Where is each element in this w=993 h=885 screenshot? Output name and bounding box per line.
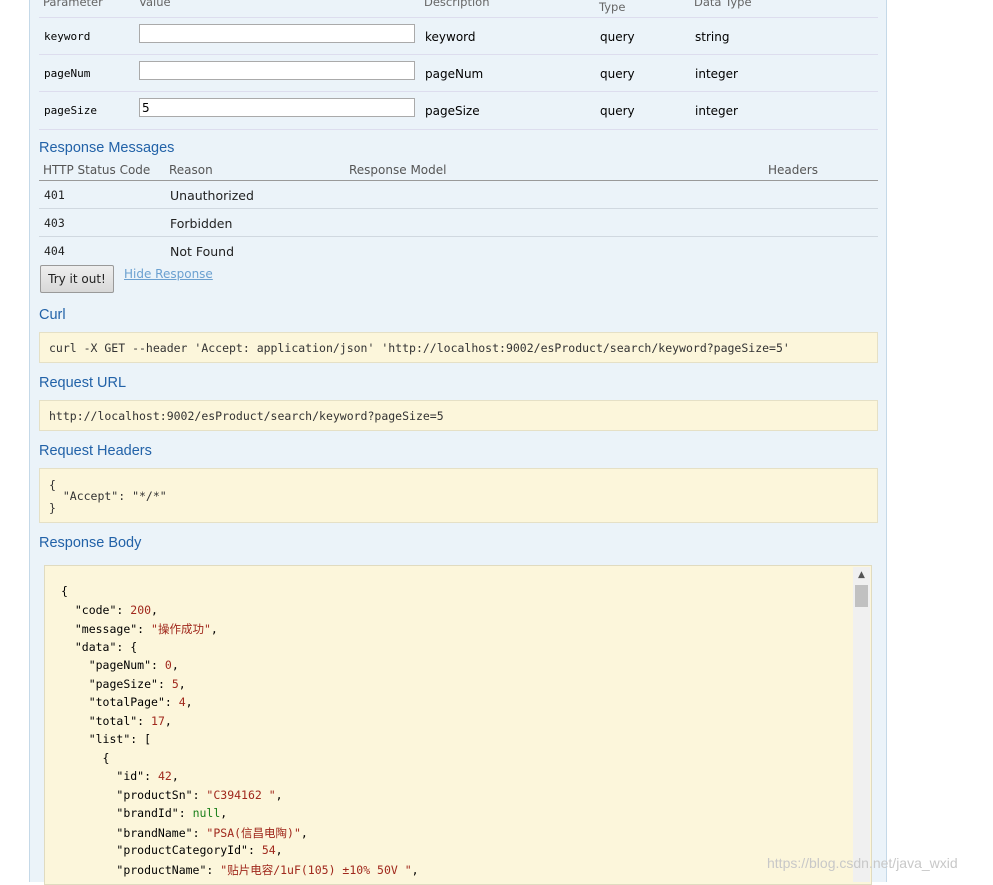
header-headers: Headers: [768, 163, 818, 177]
header-line: "Accept": "*/*": [49, 489, 167, 503]
json-value: {: [130, 639, 138, 654]
json-line: "brandName": "PSA(信昌电陶)",: [116, 825, 308, 840]
json-line: "total": 17,: [88, 713, 172, 728]
json-line: "list": [: [88, 732, 152, 746]
response-message-row: 404 Not Found: [39, 237, 878, 264]
param-description: keyword: [425, 30, 476, 44]
json-key: "productName": [116, 862, 207, 877]
json-value: 200: [130, 602, 152, 617]
json-value: 5: [171, 676, 179, 691]
request-url-title: Request URL: [39, 375, 127, 391]
json-line: "brandId": null,: [116, 806, 228, 820]
hide-response-link[interactable]: Hide Response: [124, 267, 213, 281]
param-row-keyword: keyword keyword query string: [39, 17, 878, 55]
request-headers-box: { "Accept": "*/*" }: [39, 468, 878, 523]
param-header-value: Value: [139, 0, 171, 9]
reason: Forbidden: [170, 216, 233, 231]
param-header-type: Type: [599, 0, 626, 14]
reason: Unauthorized: [170, 188, 254, 203]
json-key: "brandName": [116, 825, 193, 840]
json-value: 17: [151, 713, 165, 728]
request-url-box: http://localhost:9002/esProduct/search/k…: [39, 400, 878, 431]
json-value: 0: [164, 658, 172, 672]
param-name: pageNum: [44, 67, 91, 80]
curl-command: curl -X GET --header 'Accept: applicatio…: [49, 341, 790, 355]
json-key: "brandId": [116, 806, 179, 820]
request-headers-title: Request Headers: [39, 443, 152, 459]
status-code: 404: [44, 244, 65, 258]
json-value: "PSA(信昌电陶)": [206, 825, 301, 840]
json-key: "totalPage": [88, 695, 165, 709]
json-key: "productSn": [116, 787, 193, 802]
json-line: "productCategoryId": 54,: [116, 843, 283, 857]
response-messages-header: HTTP Status Code Reason Response Model H…: [39, 163, 878, 181]
response-body-title: Response Body: [39, 535, 142, 551]
param-data-type: integer: [695, 67, 738, 81]
json-value: "C394162 ": [206, 787, 276, 802]
json-line: "totalPage": 4,: [88, 695, 193, 709]
header-line: }: [49, 501, 56, 515]
param-description: pageNum: [425, 67, 484, 81]
param-header-parameter: Parameter: [43, 0, 103, 9]
json-line: "id": 42,: [116, 769, 179, 783]
status-code: 401: [44, 188, 65, 202]
param-name: pageSize: [44, 104, 97, 117]
response-messages-title: Response Messages: [39, 140, 175, 156]
json-line: "code": 200,: [74, 602, 158, 617]
json-value: 54: [261, 843, 276, 857]
json-key: "message": [74, 622, 138, 636]
json-value: "贴片电容/1uF(105) ±10% 50V ": [220, 862, 412, 877]
json-line: "pageSize": 5,: [88, 676, 186, 691]
json-key: "data": [74, 639, 117, 654]
json-value: 42: [157, 769, 172, 783]
curl-title: Curl: [39, 307, 66, 323]
json-line: "productName": "贴片电容/1uF(105) ±10% 50V "…: [116, 862, 419, 877]
json-value: [: [144, 732, 152, 746]
response-message-row: 401 Unauthorized: [39, 181, 878, 209]
param-description: pageSize: [425, 104, 480, 118]
json-key: "pageSize": [88, 676, 158, 691]
param-header-data-type: Data Type: [694, 0, 752, 9]
request-url: http://localhost:9002/esProduct/search/k…: [49, 409, 444, 423]
json-key: "id": [116, 769, 145, 783]
keyword-input[interactable]: [139, 24, 415, 43]
response-message-row: 403 Forbidden: [39, 209, 878, 237]
json-key: "total": [88, 713, 138, 728]
param-type: query: [600, 104, 635, 118]
json-key: "productCategoryId": [116, 843, 248, 857]
pagenum-input[interactable]: [139, 61, 415, 80]
json-line: {: [61, 750, 110, 765]
header-reason: Reason: [169, 163, 213, 177]
try-it-out-button[interactable]: Try it out!: [40, 265, 114, 293]
param-name: keyword: [44, 30, 91, 43]
param-data-type: integer: [695, 104, 738, 118]
param-header-description: Description: [424, 0, 490, 9]
response-body-scrollbar[interactable]: ▲: [853, 567, 870, 882]
pagesize-input[interactable]: [139, 98, 415, 117]
watermark: https://blog.csdn.net/java_wxid: [767, 855, 958, 871]
json-line: "productSn": "C394162 ",: [116, 787, 283, 802]
scroll-thumb[interactable]: [855, 585, 868, 607]
header-status-code: HTTP Status Code: [43, 163, 151, 177]
param-row-pagenum: pageNum pageNum query integer: [39, 54, 878, 92]
param-row-pagesize: pageSize pageSize query integer: [39, 91, 878, 130]
json-line: "pageNum": 0,: [88, 658, 179, 672]
json-value: null: [192, 806, 221, 820]
header-response-model: Response Model: [349, 163, 447, 177]
reason: Not Found: [170, 244, 235, 259]
json-value: "操作成功": [151, 622, 211, 636]
param-type: query: [600, 30, 635, 44]
param-type: query: [600, 67, 635, 81]
json-key: "pageNum": [88, 658, 152, 672]
json-value: 4: [178, 695, 186, 709]
json-line: "data": {: [74, 639, 138, 654]
scroll-up-arrow-icon[interactable]: ▲: [853, 567, 870, 584]
json-key: "list": [88, 732, 131, 746]
json-line: "message": "操作成功",: [74, 622, 218, 636]
curl-box: curl -X GET --header 'Accept: applicatio…: [39, 332, 878, 363]
status-code: 403: [44, 216, 65, 230]
json-line: {: [61, 584, 68, 598]
json-key: "code": [74, 602, 117, 617]
param-data-type: string: [695, 30, 730, 44]
